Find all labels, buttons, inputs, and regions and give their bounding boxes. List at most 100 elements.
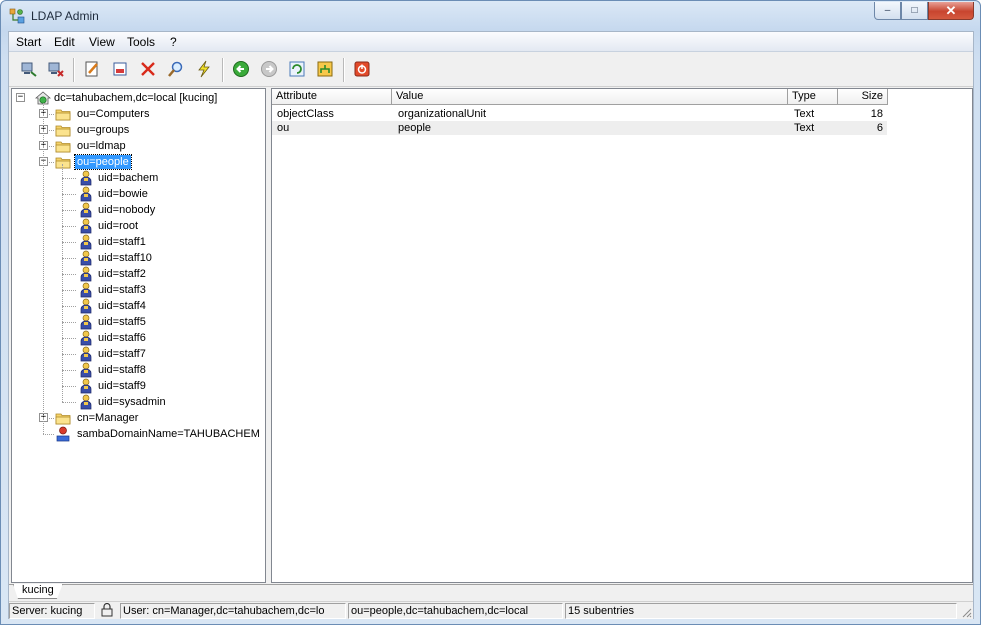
tree-root-node[interactable]: dc=tahubachem,dc=local [kucing] bbox=[52, 91, 219, 105]
attribute-cell: ou bbox=[277, 122, 290, 134]
menu-view[interactable]: View bbox=[89, 35, 115, 49]
attribute-cell: objectClass bbox=[277, 108, 334, 120]
delete-button[interactable] bbox=[138, 59, 158, 79]
user-icon bbox=[78, 346, 94, 362]
resize-grip-icon[interactable] bbox=[960, 606, 972, 618]
tree-connector bbox=[62, 402, 76, 403]
tree-connector bbox=[62, 274, 76, 275]
grid-header: Attribute Value Type Size bbox=[272, 89, 972, 105]
tree-node-user[interactable]: uid=staff6 bbox=[96, 331, 148, 345]
toolbar-separator bbox=[73, 58, 75, 82]
tree-node-user[interactable]: uid=bowie bbox=[96, 187, 150, 201]
forward-button[interactable] bbox=[259, 59, 279, 79]
tree-connector bbox=[62, 210, 76, 211]
tree-connector bbox=[62, 322, 76, 323]
user-icon bbox=[78, 186, 94, 202]
size-cell: 6 bbox=[876, 122, 883, 134]
column-header-type[interactable]: Type bbox=[788, 89, 838, 105]
disconnect-button[interactable] bbox=[46, 59, 66, 79]
tree-connector bbox=[62, 338, 76, 339]
minimize-button[interactable]: – bbox=[874, 2, 901, 20]
tree-node-people[interactable]: ou=people bbox=[74, 154, 132, 170]
edit-entry-button[interactable] bbox=[82, 59, 102, 79]
tree-connector bbox=[62, 306, 76, 307]
tree-node-groups[interactable]: ou=groups bbox=[75, 123, 131, 137]
tree-connector bbox=[49, 162, 54, 163]
schema-button[interactable] bbox=[315, 59, 335, 79]
toolbar-separator bbox=[222, 58, 224, 82]
tree-node-manager[interactable]: cn=Manager bbox=[75, 411, 140, 425]
tree-node-user[interactable]: uid=staff4 bbox=[96, 299, 148, 313]
back-button[interactable] bbox=[231, 59, 251, 79]
user-icon bbox=[78, 394, 94, 410]
lightning-button[interactable] bbox=[194, 59, 214, 79]
user-icon bbox=[78, 314, 94, 330]
tree-connector bbox=[49, 418, 54, 419]
new-entry-button[interactable] bbox=[110, 59, 130, 79]
table-row[interactable]: objectClass organizationalUnit Text 18 bbox=[272, 107, 887, 121]
tree-node-user[interactable]: uid=staff10 bbox=[96, 251, 154, 265]
close-button[interactable]: ✕ bbox=[928, 2, 974, 20]
tree-node-user[interactable]: uid=staff5 bbox=[96, 315, 148, 329]
tree-node-ldmap[interactable]: ou=ldmap bbox=[75, 139, 128, 153]
menu-help[interactable]: ? bbox=[170, 35, 177, 49]
refresh-button[interactable] bbox=[287, 59, 307, 79]
tree-node-user[interactable]: uid=sysadmin bbox=[96, 395, 168, 409]
menu-start[interactable]: Start bbox=[16, 35, 41, 49]
exit-button[interactable] bbox=[352, 59, 372, 79]
tree-node-user[interactable]: uid=bachem bbox=[96, 171, 160, 185]
search-button[interactable] bbox=[166, 59, 186, 79]
column-header-size[interactable]: Size bbox=[838, 89, 888, 105]
tree-expander-icon[interactable]: − bbox=[16, 93, 25, 102]
maximize-icon: □ bbox=[911, 5, 918, 16]
column-header-attribute[interactable]: Attribute bbox=[272, 89, 392, 105]
tree-connector bbox=[43, 103, 44, 434]
refresh-icon bbox=[289, 61, 305, 77]
user-icon bbox=[78, 234, 94, 250]
back-icon bbox=[233, 61, 249, 77]
menu-tools[interactable]: Tools bbox=[127, 35, 155, 49]
tree-connector bbox=[49, 146, 54, 147]
tree-node-samba-domain[interactable]: sambaDomainName=TAHUBACHEM bbox=[75, 427, 262, 441]
status-server: Server: kucing bbox=[9, 603, 95, 619]
tree-node-user[interactable]: uid=staff8 bbox=[96, 363, 148, 377]
ldap-app-icon bbox=[9, 8, 25, 24]
window-title: LDAP Admin bbox=[31, 9, 99, 23]
user-icon bbox=[78, 266, 94, 282]
user-icon bbox=[78, 282, 94, 298]
maximize-button[interactable]: □ bbox=[901, 2, 928, 20]
tree-node-user[interactable]: uid=staff9 bbox=[96, 379, 148, 393]
connection-tabs: kucing bbox=[9, 584, 973, 600]
window-controls: – □ ✕ bbox=[874, 2, 974, 20]
tree-node-user[interactable]: uid=nobody bbox=[96, 203, 157, 217]
user-icon bbox=[78, 170, 94, 186]
column-header-value[interactable]: Value bbox=[392, 89, 788, 105]
user-icon bbox=[78, 202, 94, 218]
connect-button[interactable] bbox=[19, 59, 39, 79]
title-bar[interactable]: LDAP Admin – □ ✕ bbox=[1, 1, 980, 31]
table-row[interactable]: ou people Text 6 bbox=[272, 121, 887, 135]
folder-icon bbox=[55, 106, 71, 122]
tree-connector bbox=[62, 242, 76, 243]
search-icon bbox=[168, 61, 183, 77]
schema-icon bbox=[317, 61, 333, 77]
tree-node-user[interactable]: uid=staff2 bbox=[96, 267, 148, 281]
user-icon bbox=[78, 250, 94, 266]
close-icon: ✕ bbox=[945, 2, 957, 18]
tree-connector bbox=[62, 226, 76, 227]
tree-node-computers[interactable]: ou=Computers bbox=[75, 107, 151, 121]
tree-connector bbox=[49, 130, 54, 131]
folder-icon bbox=[55, 122, 71, 138]
tab-kucing[interactable]: kucing bbox=[13, 584, 63, 599]
tree-node-user[interactable]: uid=staff7 bbox=[96, 347, 148, 361]
new-entry-icon bbox=[113, 62, 127, 76]
tree-node-user[interactable]: uid=staff3 bbox=[96, 283, 148, 297]
size-cell: 18 bbox=[870, 108, 883, 120]
tree-node-user[interactable]: uid=root bbox=[96, 219, 140, 233]
attribute-grid[interactable]: Attribute Value Type Size objectClass or… bbox=[271, 88, 973, 583]
tree-connector bbox=[62, 354, 76, 355]
tree-connector bbox=[62, 164, 63, 402]
directory-tree[interactable]: − dc=tahubachem,dc=local [kucing] + ou=Comp… bbox=[11, 88, 266, 583]
tree-node-user[interactable]: uid=staff1 bbox=[96, 235, 148, 249]
menu-edit[interactable]: Edit bbox=[54, 35, 75, 49]
